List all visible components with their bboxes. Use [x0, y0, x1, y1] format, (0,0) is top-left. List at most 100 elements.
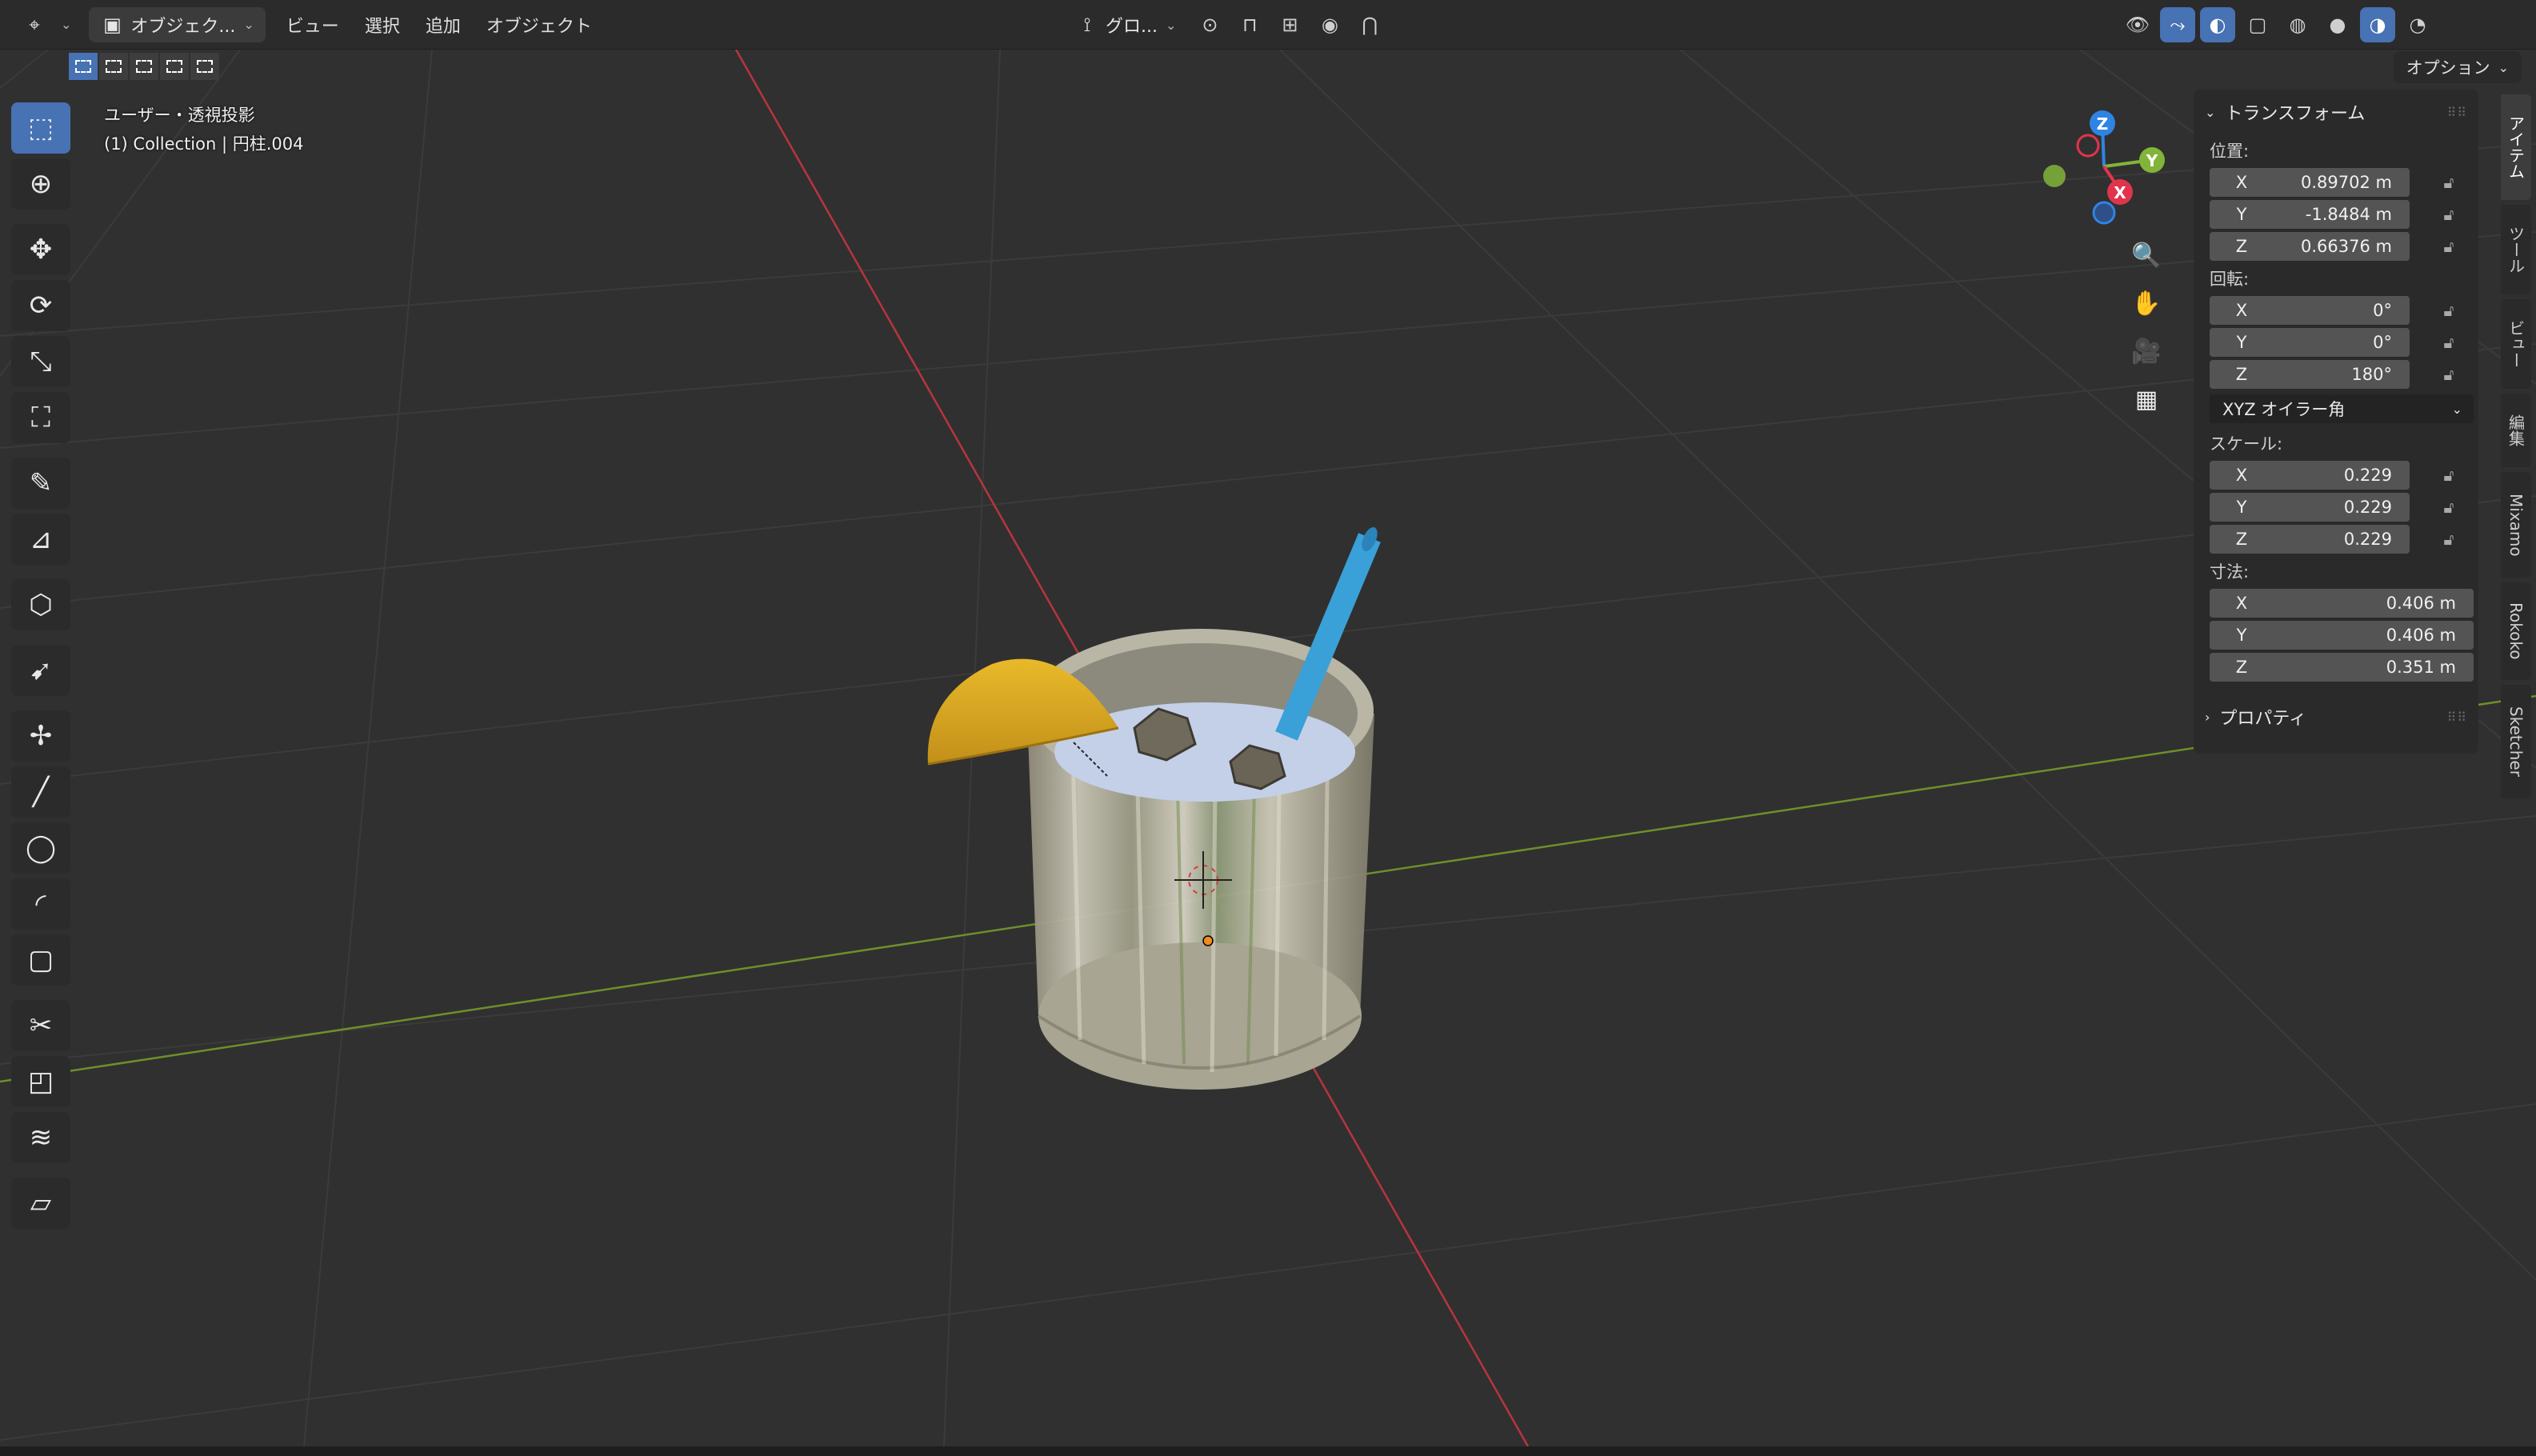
annotate-tool-icon[interactable]: ✎: [11, 458, 70, 509]
tab-rokoko[interactable]: Rokoko: [2501, 582, 2531, 680]
drag-grip-icon[interactable]: ⠿⠿: [2447, 105, 2467, 120]
options-dropdown[interactable]: オプション ⌄: [2393, 51, 2522, 83]
trim-tool-icon[interactable]: ✂: [11, 1000, 70, 1051]
mode-selector[interactable]: ▣ オブジェク... ⌄: [89, 6, 266, 42]
lock-icon[interactable]: 🔓︎: [2438, 332, 2459, 353]
chevron-down-icon: ⌄: [1165, 17, 1177, 33]
add-cube-tool-icon[interactable]: ⬡: [11, 579, 70, 630]
visibility-icon[interactable]: 👁: [2120, 7, 2155, 42]
measure-tool-icon[interactable]: ⊿: [11, 514, 70, 565]
lock-icon[interactable]: 🔓︎: [2438, 172, 2459, 193]
cursor-tool-icon[interactable]: ⊕: [11, 158, 70, 210]
material-shading-icon[interactable]: ◑: [2360, 7, 2395, 42]
select-intersect-icon[interactable]: [190, 53, 219, 80]
wireframe-shading-icon[interactable]: ◍: [2280, 7, 2315, 42]
overlay-toggle-icon[interactable]: ◐: [2200, 7, 2235, 42]
axis-label: Z: [2235, 658, 2248, 677]
axis-label: Y: [2236, 626, 2247, 645]
select-extend-icon[interactable]: [99, 53, 128, 80]
fillet-tool-icon[interactable]: ◰: [11, 1056, 70, 1107]
tab-tool[interactable]: ツール: [2501, 205, 2531, 294]
lock-icon[interactable]: 🔓︎: [2438, 300, 2459, 321]
rotation-y-field[interactable]: Y 0°: [2210, 328, 2410, 357]
lock-icon[interactable]: 🔓︎: [2438, 364, 2459, 385]
transform-orientation-dropdown[interactable]: ⟟ グロ... ⌄: [1064, 7, 1187, 42]
offset-tool-icon[interactable]: ≋: [11, 1112, 70, 1163]
menu-view[interactable]: ビュー: [274, 7, 352, 42]
snap-icon[interactable]: ⊓: [1232, 7, 1267, 42]
select-box-tool-icon[interactable]: ⬚: [11, 102, 70, 154]
tab-view[interactable]: ビュー: [2501, 299, 2531, 389]
select-subtract-icon[interactable]: [130, 53, 158, 80]
snap-target-icon[interactable]: ⊞: [1272, 7, 1307, 42]
add-line-tool-icon[interactable]: ╱: [11, 766, 70, 818]
tab-sketcher[interactable]: Sketcher: [2501, 685, 2531, 798]
rotation-x-field[interactable]: X 0°: [2210, 296, 2410, 325]
location-label: 位置:: [2210, 142, 2250, 161]
select-mode-group: [69, 53, 219, 80]
zoom-icon[interactable]: 🔍: [2123, 232, 2170, 278]
field-value: 0°: [2373, 301, 2392, 320]
scale-z-field[interactable]: Z 0.229: [2210, 525, 2410, 554]
location-z-field[interactable]: Z 0.66376 m: [2210, 232, 2410, 261]
falloff-icon[interactable]: ⋂: [1352, 7, 1387, 42]
axis-label: Z: [2235, 530, 2248, 549]
add-point-tool-icon[interactable]: ✢: [11, 710, 70, 762]
menu-select[interactable]: 選択: [352, 7, 413, 42]
pivot-point-icon[interactable]: ⊙: [1192, 7, 1227, 42]
transform-panel-header[interactable]: ⌄ トランスフォーム ⠿⠿: [2194, 90, 2478, 134]
solid-shading-icon[interactable]: ●: [2320, 7, 2355, 42]
dimensions-z-field[interactable]: Z 0.351 m: [2210, 653, 2474, 682]
field-value: 0°: [2373, 333, 2392, 352]
select-invert-icon[interactable]: [160, 53, 189, 80]
axis-label: X: [2235, 466, 2248, 485]
location-y-field[interactable]: Y -1.8484 m: [2210, 200, 2410, 229]
rendered-shading-icon[interactable]: ◔: [2400, 7, 2435, 42]
menu-add[interactable]: 追加: [413, 7, 474, 42]
status-bar: [0, 1446, 2536, 1456]
tab-item[interactable]: アイテム: [2501, 94, 2531, 200]
rotation-mode-dropdown[interactable]: XYZ オイラー角 ⌄: [2210, 394, 2474, 423]
xray-icon[interactable]: ▢: [2240, 7, 2275, 42]
dimensions-x-field[interactable]: X 0.406 m: [2210, 589, 2474, 618]
viewport-3d[interactable]: Z Y X: [0, 0, 2536, 1456]
drag-grip-icon[interactable]: ⠿⠿: [2447, 710, 2467, 725]
camera-view-icon[interactable]: 🎥: [2123, 328, 2170, 374]
rotate-tool-icon[interactable]: ⟳: [11, 280, 70, 331]
properties-panel-header[interactable]: › プロパティ ⠿⠿: [2194, 694, 2478, 739]
view-name-text: ユーザー・透視投影: [104, 106, 255, 125]
proportional-edit-icon[interactable]: ◉: [1312, 7, 1347, 42]
chevron-down-icon: ⌄: [243, 17, 254, 32]
scale-tool-icon[interactable]: ⤡: [11, 336, 70, 387]
lock-icon[interactable]: 🔓︎: [2438, 236, 2459, 257]
location-x-field[interactable]: X 0.89702 m: [2210, 168, 2410, 197]
lock-icon[interactable]: 🔓︎: [2438, 465, 2459, 486]
axis-label: X: [2235, 301, 2248, 320]
gizmo-toggle-icon[interactable]: ⤳: [2160, 7, 2195, 42]
add-workplane-tool-icon[interactable]: ▱: [11, 1178, 70, 1229]
transform-tool-icon[interactable]: ⛶: [11, 392, 70, 443]
scale-x-field[interactable]: X 0.229: [2210, 461, 2410, 490]
field-value: 0.229: [2343, 498, 2392, 517]
select-new-icon[interactable]: [69, 53, 98, 80]
lock-icon[interactable]: 🔓︎: [2438, 529, 2459, 550]
add-circle-tool-icon[interactable]: ◯: [11, 822, 70, 874]
lock-icon[interactable]: 🔓︎: [2438, 204, 2459, 225]
tab-edit[interactable]: 編集: [2501, 394, 2531, 467]
field-value: 180°: [2351, 365, 2392, 384]
tab-mixamo[interactable]: Mixamo: [2501, 472, 2531, 578]
field-value: 0.66376 m: [2301, 237, 2392, 256]
menu-object[interactable]: オブジェクト: [474, 7, 605, 42]
pan-hand-icon[interactable]: ✋: [2123, 280, 2170, 326]
cursor-move-tool-icon[interactable]: ➹: [11, 645, 70, 696]
move-tool-icon[interactable]: ✥: [11, 224, 70, 275]
lock-icon[interactable]: 🔓︎: [2438, 497, 2459, 518]
axis-label: X: [2235, 594, 2248, 613]
rotation-z-field[interactable]: Z 180°: [2210, 360, 2410, 389]
dimensions-y-field[interactable]: Y 0.406 m: [2210, 621, 2474, 650]
editor-type-button[interactable]: ⌖ ⌄: [11, 7, 82, 42]
add-rectangle-tool-icon[interactable]: ▢: [11, 934, 70, 986]
add-arc-tool-icon[interactable]: ◜: [11, 878, 70, 930]
perspective-toggle-icon[interactable]: ▦: [2123, 376, 2170, 422]
scale-y-field[interactable]: Y 0.229: [2210, 493, 2410, 522]
